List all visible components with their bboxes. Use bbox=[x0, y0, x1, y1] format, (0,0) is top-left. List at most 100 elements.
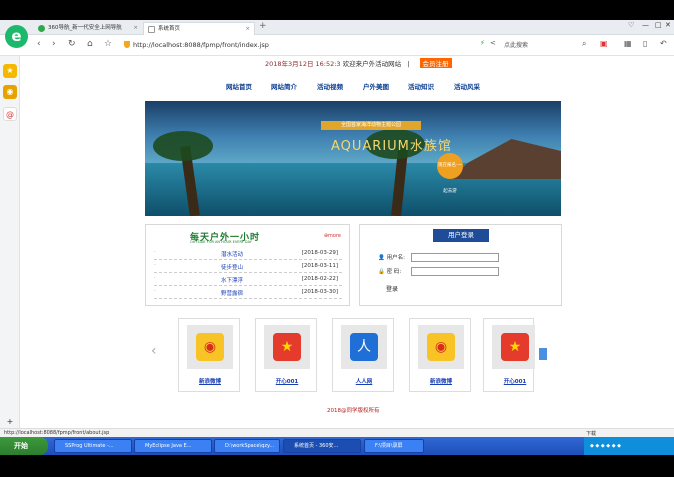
menu-knowledge[interactable]: 活动知识 bbox=[408, 81, 434, 91]
weibo-icon: ◉ bbox=[196, 333, 224, 361]
card-label[interactable]: 新浪微博 bbox=[179, 377, 241, 385]
taskbar-item-label: F:\项目\录屏 bbox=[375, 443, 403, 449]
news-item-date: [2018-03-30] bbox=[301, 289, 338, 295]
maximize-icon[interactable]: □ bbox=[655, 21, 662, 29]
bookmark-icon[interactable]: ▯ bbox=[643, 39, 647, 48]
menu-style[interactable]: 活动风采 bbox=[454, 81, 480, 91]
menu-photos[interactable]: 户外美图 bbox=[363, 81, 389, 91]
bullet-icon: · bbox=[154, 249, 156, 255]
favorites-star-icon[interactable]: ★ bbox=[3, 64, 17, 78]
tab-bar: 360导航_新一代安全上网导航 × 系统首页 × + ♡ — □ ✕ bbox=[0, 20, 674, 35]
news-panel: 每天户外一小时 OUTSIDE FOR AN HOUR EVERY DAY ⊕m… bbox=[145, 224, 350, 306]
password-row: 🔒 密 码: bbox=[378, 267, 401, 275]
forward-icon[interactable]: › bbox=[52, 39, 56, 49]
link-card[interactable]: 人 人人网 bbox=[332, 318, 394, 392]
username-field[interactable] bbox=[411, 253, 499, 262]
link-card[interactable]: ★ 开心001 bbox=[483, 318, 535, 392]
news-item-title[interactable]: 水下漂浮 bbox=[221, 276, 243, 284]
user-icon: 👤 bbox=[378, 255, 385, 261]
news-item-title[interactable]: 潜水活动 bbox=[221, 250, 243, 258]
system-tray[interactable]: ◆ ◆ ◆ ◆ ◆ ◆ bbox=[584, 437, 674, 455]
kaixin-icon: ★ bbox=[501, 333, 529, 361]
search-icon[interactable]: ⌕ bbox=[582, 39, 586, 49]
browser-sidebar: ★ ◉ @ + bbox=[0, 56, 20, 440]
news-row[interactable]: · 徒步登山 [2018-03-11] bbox=[154, 260, 342, 273]
kaixin-icon: ★ bbox=[273, 333, 301, 361]
minimize-icon[interactable]: — bbox=[642, 21, 649, 29]
tab-system-home[interactable]: 系统首页 × bbox=[143, 22, 255, 35]
add-icon[interactable]: + bbox=[3, 415, 17, 429]
card-label[interactable]: 开心001 bbox=[484, 377, 546, 385]
link-card[interactable]: ★ 开心001 bbox=[255, 318, 317, 392]
close-window-icon[interactable]: ✕ bbox=[665, 21, 671, 29]
lightning-icon[interactable]: ⚡ bbox=[480, 39, 485, 47]
carousel-next-icon[interactable] bbox=[539, 348, 547, 360]
register-link[interactable]: 会员注册 bbox=[419, 58, 452, 68]
refresh-icon[interactable]: ↻ bbox=[68, 39, 76, 49]
back-icon[interactable]: ‹ bbox=[37, 39, 41, 49]
search-box[interactable]: 点此搜索 bbox=[504, 39, 580, 52]
news-item-title[interactable]: 徒步登山 bbox=[221, 263, 243, 271]
card-label[interactable]: 人人网 bbox=[333, 377, 395, 385]
navigation-bar: ‹ › ↻ ⌂ ☆ http://localhost:8088/fpmp/fro… bbox=[0, 35, 674, 56]
menu-video[interactable]: 活动视频 bbox=[317, 81, 343, 91]
renren-icon: 人 bbox=[350, 333, 378, 361]
browser-logo-icon: e bbox=[5, 25, 28, 48]
username-label: 用户名: bbox=[386, 255, 405, 261]
taskbar-item-label: D:\workSpace\qzy... bbox=[225, 443, 275, 449]
menu-home[interactable]: 网站首页 bbox=[226, 81, 252, 91]
tab-label: 360导航_新一代安全上网导航 bbox=[48, 25, 122, 31]
news-row[interactable]: · 潜水活动 [2018-03-29] bbox=[154, 247, 342, 260]
news-item-title[interactable]: 野营露宿 bbox=[221, 289, 243, 297]
bullet-icon: · bbox=[154, 275, 156, 281]
card-label[interactable]: 新浪微博 bbox=[410, 377, 472, 385]
address-text: http://localhost:8088/fpmp/front/index.j… bbox=[133, 41, 269, 49]
new-tab-button[interactable]: + bbox=[259, 21, 267, 31]
banner-title: AQUARIUM水族馆 bbox=[331, 139, 452, 154]
login-title: 用户登录 bbox=[433, 229, 489, 242]
taskbar-item[interactable]: SSProg Ultimate -... bbox=[54, 439, 132, 453]
address-bar[interactable]: http://localhost:8088/fpmp/front/index.j… bbox=[124, 39, 464, 52]
shirt-icon[interactable]: ♡ bbox=[628, 21, 634, 29]
card-label[interactable]: 开心001 bbox=[256, 377, 318, 385]
link-card[interactable]: ◉ 新浪微博 bbox=[178, 318, 240, 392]
web-page: 2018年3月12日 16:52:3 欢迎来户外活动网站 | 会员注册 网站首页… bbox=[21, 56, 674, 440]
password-field[interactable] bbox=[411, 267, 499, 276]
more-link[interactable]: ⊕more bbox=[324, 233, 341, 239]
taskbar-item[interactable]: 系统首页 - 360安... bbox=[283, 439, 361, 453]
star-icon[interactable]: ☆ bbox=[104, 39, 112, 49]
weibo-sidebar-icon[interactable]: ◉ bbox=[3, 85, 17, 99]
tab-360-nav[interactable]: 360导航_新一代安全上网导航 × bbox=[34, 22, 142, 35]
search-input[interactable]: 点此搜索 bbox=[504, 42, 528, 49]
more-label: more bbox=[328, 233, 341, 239]
page-icon bbox=[148, 26, 155, 33]
taskbar-item[interactable]: F:\项目\录屏 bbox=[364, 439, 424, 453]
mail-icon[interactable]: @ bbox=[3, 107, 17, 121]
menu-about[interactable]: 网站简介 bbox=[271, 81, 297, 91]
screen: e 360导航_新一代安全上网导航 × 系统首页 × + ♡ — □ ✕ ‹ ›… bbox=[0, 0, 674, 477]
close-icon[interactable]: × bbox=[245, 23, 250, 35]
undo-icon[interactable]: ↶ bbox=[660, 39, 667, 48]
top-welcome-line: 2018年3月12日 16:52:3 欢迎来户外活动网站 | 会员注册 bbox=[265, 58, 452, 68]
banner-image: 全国首家海洋动物主题公园 AQUARIUM水族馆 现在报名·一起去游 bbox=[145, 101, 561, 216]
home-icon[interactable]: ⌂ bbox=[87, 39, 93, 49]
share-icon[interactable]: < bbox=[490, 39, 496, 47]
start-button[interactable]: 开始 bbox=[0, 437, 48, 455]
download-label[interactable]: 下载 bbox=[586, 430, 596, 437]
taskbar-item-label: SSProg Ultimate -... bbox=[65, 443, 114, 449]
taskbar-item[interactable]: D:\workSpace\qzy... bbox=[214, 439, 280, 453]
news-row[interactable]: · 水下漂浮 [2018-02-22] bbox=[154, 273, 342, 286]
link-card[interactable]: ◉ 新浪微博 bbox=[409, 318, 471, 392]
bullet-icon: · bbox=[154, 262, 156, 268]
login-button[interactable]: 登录 bbox=[386, 284, 398, 293]
app-icon[interactable]: ▣ bbox=[600, 39, 608, 48]
grid-icon[interactable]: ▦ bbox=[624, 39, 632, 48]
tab-favicon-icon bbox=[38, 25, 45, 32]
taskbar-item[interactable]: MyEclipse Java E... bbox=[134, 439, 212, 453]
close-icon[interactable]: × bbox=[133, 22, 138, 35]
news-row[interactable]: · 野营露宿 [2018-03-30] bbox=[154, 286, 342, 299]
taskbar-item-label: 系统首页 - 360安... bbox=[294, 443, 339, 449]
copyright: 2018@同学版权所有 bbox=[327, 408, 380, 414]
password-label: 密 码: bbox=[386, 269, 402, 275]
status-url: http://localhost:8088/fpmp/front/about.j… bbox=[4, 430, 110, 436]
